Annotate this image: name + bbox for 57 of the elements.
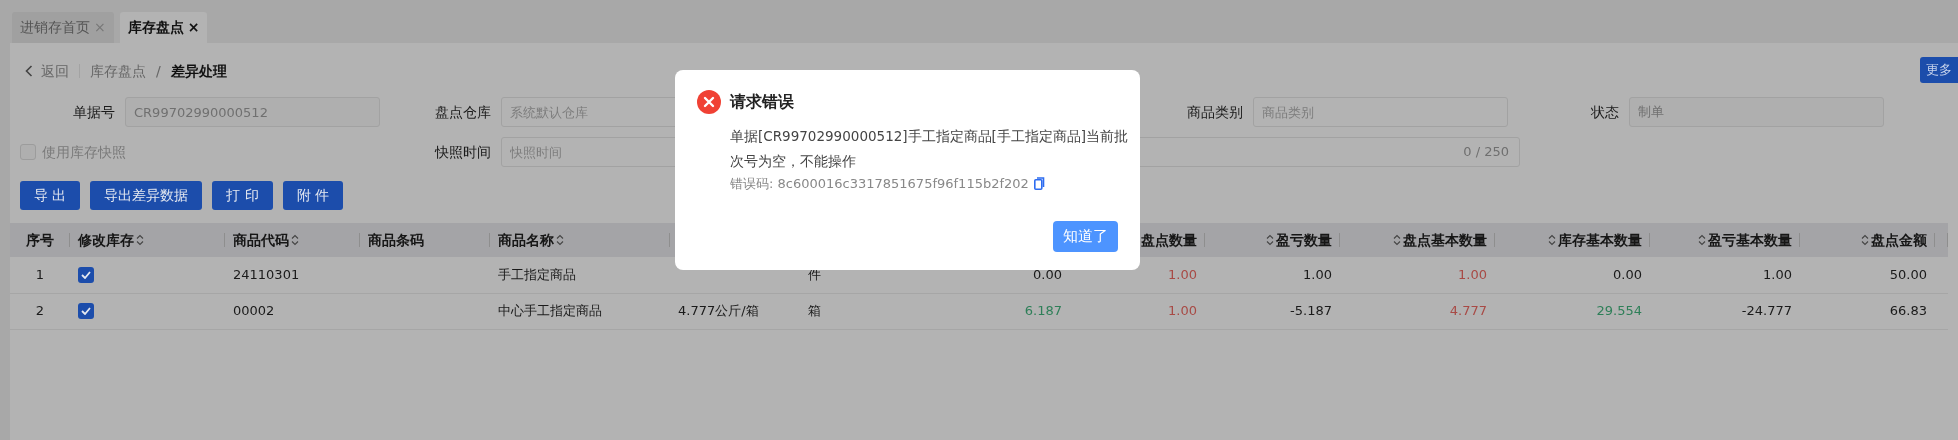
table-cell: -5.187 [1290, 303, 1332, 319]
breadcrumb-separator: / [156, 61, 161, 81]
table-cell: 箱 [808, 303, 821, 319]
breadcrumb-item: 差异处理 [170, 61, 227, 81]
sort-icon[interactable] [1266, 233, 1274, 246]
sort-icon[interactable] [1698, 233, 1706, 246]
table-cell: 4.777 [1449, 303, 1487, 319]
chevron-left-icon [25, 65, 33, 77]
more-button[interactable]: 更多 [1920, 57, 1958, 83]
field-label: 盘点仓库 [434, 102, 491, 122]
character-counter: 0 / 250 [1463, 143, 1509, 162]
table-cell: 50.00 [1889, 267, 1927, 282]
sort-icon[interactable] [291, 233, 299, 246]
copy-icon[interactable] [1033, 177, 1045, 191]
column-header[interactable]: 修改库存 [78, 231, 134, 248]
table-cell: 66.83 [1889, 303, 1927, 319]
table-cell: 1.00 [1458, 267, 1487, 282]
table-cell: 29.554 [1596, 303, 1642, 319]
sort-icon[interactable] [1548, 233, 1556, 246]
checkbox[interactable] [78, 267, 94, 283]
table-cell: 0.00 [1613, 267, 1642, 282]
table-cell: 1.00 [1168, 303, 1197, 319]
action-button[interactable]: 导出差异数据 [90, 181, 203, 210]
sort-icon[interactable] [1861, 233, 1869, 246]
table-cell: 4.777公斤/箱 [678, 303, 759, 319]
row-number: 2 [35, 303, 45, 319]
row-number: 1 [35, 267, 45, 282]
field-label: 快照时间 [433, 142, 491, 162]
checkbox: 使用库存快照 [10, 141, 126, 163]
table-cell: 1.00 [1303, 267, 1332, 282]
sort-icon[interactable] [136, 233, 144, 246]
action-button[interactable]: 附 件 [282, 181, 344, 210]
field-label: 状态 [1590, 102, 1619, 122]
table-cell: 6.187 [1024, 303, 1062, 319]
table-cell: 1.00 [1763, 267, 1792, 282]
checkbox[interactable] [78, 303, 94, 320]
action-button[interactable]: 打 印 [212, 181, 273, 210]
table-cell: 中心手工指定商品 [498, 303, 602, 319]
table-cell: 1.00 [1168, 267, 1197, 282]
column-header[interactable]: 商品名称 [498, 231, 554, 248]
sort-icon[interactable] [556, 233, 564, 246]
field-label: 商品类别 [1186, 102, 1243, 122]
error-code: 错误码: 8c600016c3317851675f96f115b2f202 [730, 175, 1029, 193]
error-icon [697, 90, 721, 114]
field-label: 单据号 [72, 102, 115, 122]
table-cell: 0.00 [1033, 267, 1062, 282]
tab[interactable]: 库存盘点 × [119, 12, 208, 43]
column-header[interactable]: 盘点数量 [1141, 231, 1197, 248]
table-cell: 24110301 [233, 267, 300, 282]
check-icon [81, 271, 91, 279]
close-icon[interactable]: × [187, 17, 200, 38]
table-cell: -24.777 [1741, 303, 1792, 319]
action-button[interactable]: 导 出 [20, 181, 81, 210]
check-icon [81, 307, 91, 316]
table-cell: 手工指定商品 [498, 267, 576, 282]
table-cell: 00002 [233, 303, 275, 319]
sort-icon[interactable] [1393, 233, 1401, 246]
